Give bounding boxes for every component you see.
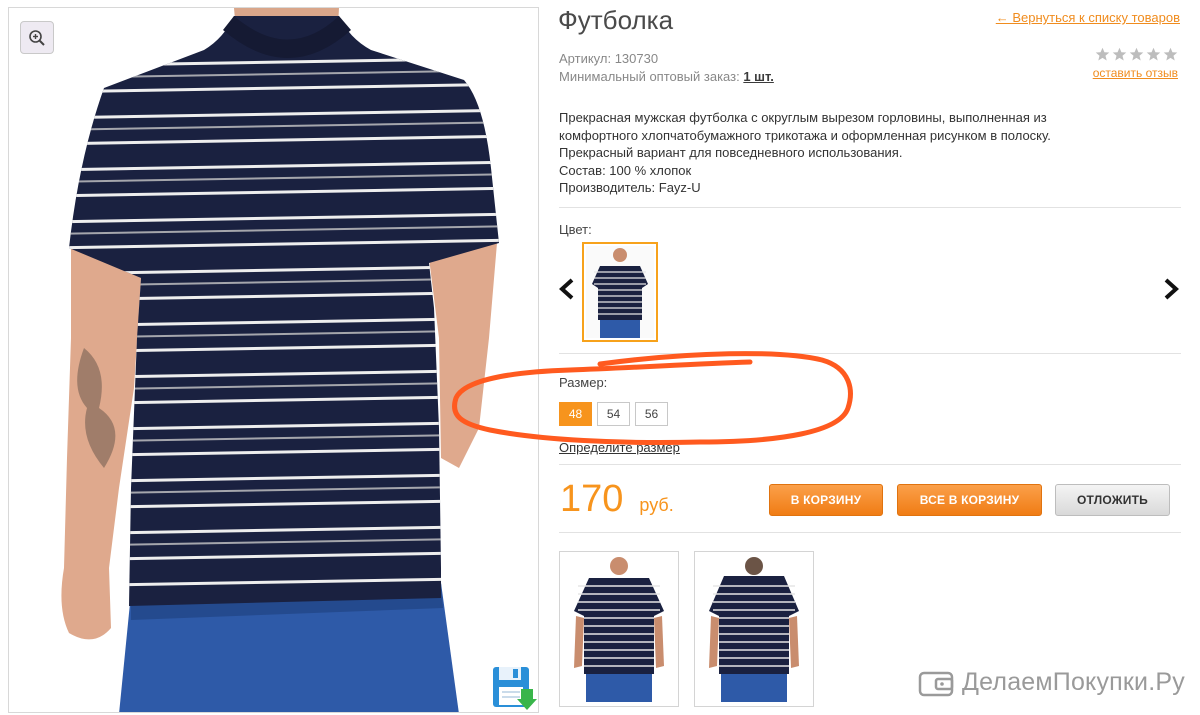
thumbnail-back-image xyxy=(699,556,809,702)
wallet-logo-icon xyxy=(918,671,954,696)
add-all-to-cart-button[interactable]: ВСЕ В КОРЗИНУ xyxy=(897,484,1042,516)
star-icon[interactable] xyxy=(1129,47,1144,62)
description-line: Прекрасный вариант для повседневного исп… xyxy=(559,145,903,161)
color-label: Цвет: xyxy=(559,222,592,237)
size-option-54[interactable]: 54 xyxy=(597,402,630,426)
divider xyxy=(559,532,1181,533)
size-options: 48 54 56 xyxy=(559,402,668,426)
product-description: Прекрасная мужская футболка с округлым в… xyxy=(559,109,1119,197)
size-option-56[interactable]: 56 xyxy=(635,402,668,426)
zoom-button[interactable] xyxy=(20,21,54,54)
watermark-text: ДелаемПокупки.Ру xyxy=(962,668,1185,696)
back-to-list-link[interactable]: ← Вернуться к списку товаров xyxy=(996,10,1180,25)
divider xyxy=(559,353,1181,354)
rating-stars[interactable] xyxy=(1095,47,1178,62)
star-icon[interactable] xyxy=(1095,47,1110,62)
description-line: Прекрасная мужская футболка с округлым в… xyxy=(559,110,1047,125)
watermark: ДелаемПокупки.Ру xyxy=(918,668,1185,697)
thumbnail-front[interactable] xyxy=(559,551,679,707)
add-to-cart-button[interactable]: В КОРЗИНУ xyxy=(769,484,883,516)
sku-value: 130730 xyxy=(614,51,659,66)
divider xyxy=(559,207,1181,208)
min-order-label: Минимальный оптовый заказ: xyxy=(559,69,740,84)
min-order-row: Минимальный оптовый заказ: 1 шт. xyxy=(559,68,774,86)
size-option-48[interactable]: 48 xyxy=(559,402,592,426)
chevron-right-icon[interactable] xyxy=(1160,277,1182,301)
product-title: Футболка xyxy=(558,5,674,35)
sku-row: Артикул: 130730 xyxy=(559,50,774,68)
price-currency: руб. xyxy=(639,495,674,515)
price-value: 170 xyxy=(560,478,624,520)
color-swatch-selected[interactable] xyxy=(582,242,658,342)
star-icon[interactable] xyxy=(1146,47,1161,62)
thumbnail-back[interactable] xyxy=(694,551,814,707)
color-swatch-image xyxy=(586,246,654,338)
min-order-value[interactable]: 1 шт. xyxy=(743,69,774,84)
sku-label: Артикул: xyxy=(559,51,612,66)
chevron-left-icon[interactable] xyxy=(556,277,578,301)
composition-line: Состав: 100 % хлопок xyxy=(559,162,692,178)
divider xyxy=(559,464,1181,465)
leave-review-link[interactable]: оставить отзыв xyxy=(1093,66,1178,80)
star-icon[interactable] xyxy=(1163,47,1178,62)
thumbnail-front-image xyxy=(564,556,674,702)
product-meta: Артикул: 130730 Минимальный оптовый зака… xyxy=(559,50,774,86)
zoom-in-icon xyxy=(29,29,45,46)
price: 170 руб. xyxy=(560,478,674,521)
tshirt-model-photo xyxy=(9,8,538,712)
star-icon[interactable] xyxy=(1112,47,1127,62)
floppy-download-icon[interactable] xyxy=(491,665,537,711)
main-product-image[interactable] xyxy=(8,7,539,713)
description-line: комфортного хлопчатобумажного трикотажа … xyxy=(559,127,1051,143)
size-guide-link[interactable]: Определите размер xyxy=(559,440,680,455)
size-label: Размер: xyxy=(559,375,608,390)
postpone-button[interactable]: ОТЛОЖИТЬ xyxy=(1055,484,1170,516)
manufacturer-line: Производитель: Fayz-U xyxy=(559,180,701,196)
